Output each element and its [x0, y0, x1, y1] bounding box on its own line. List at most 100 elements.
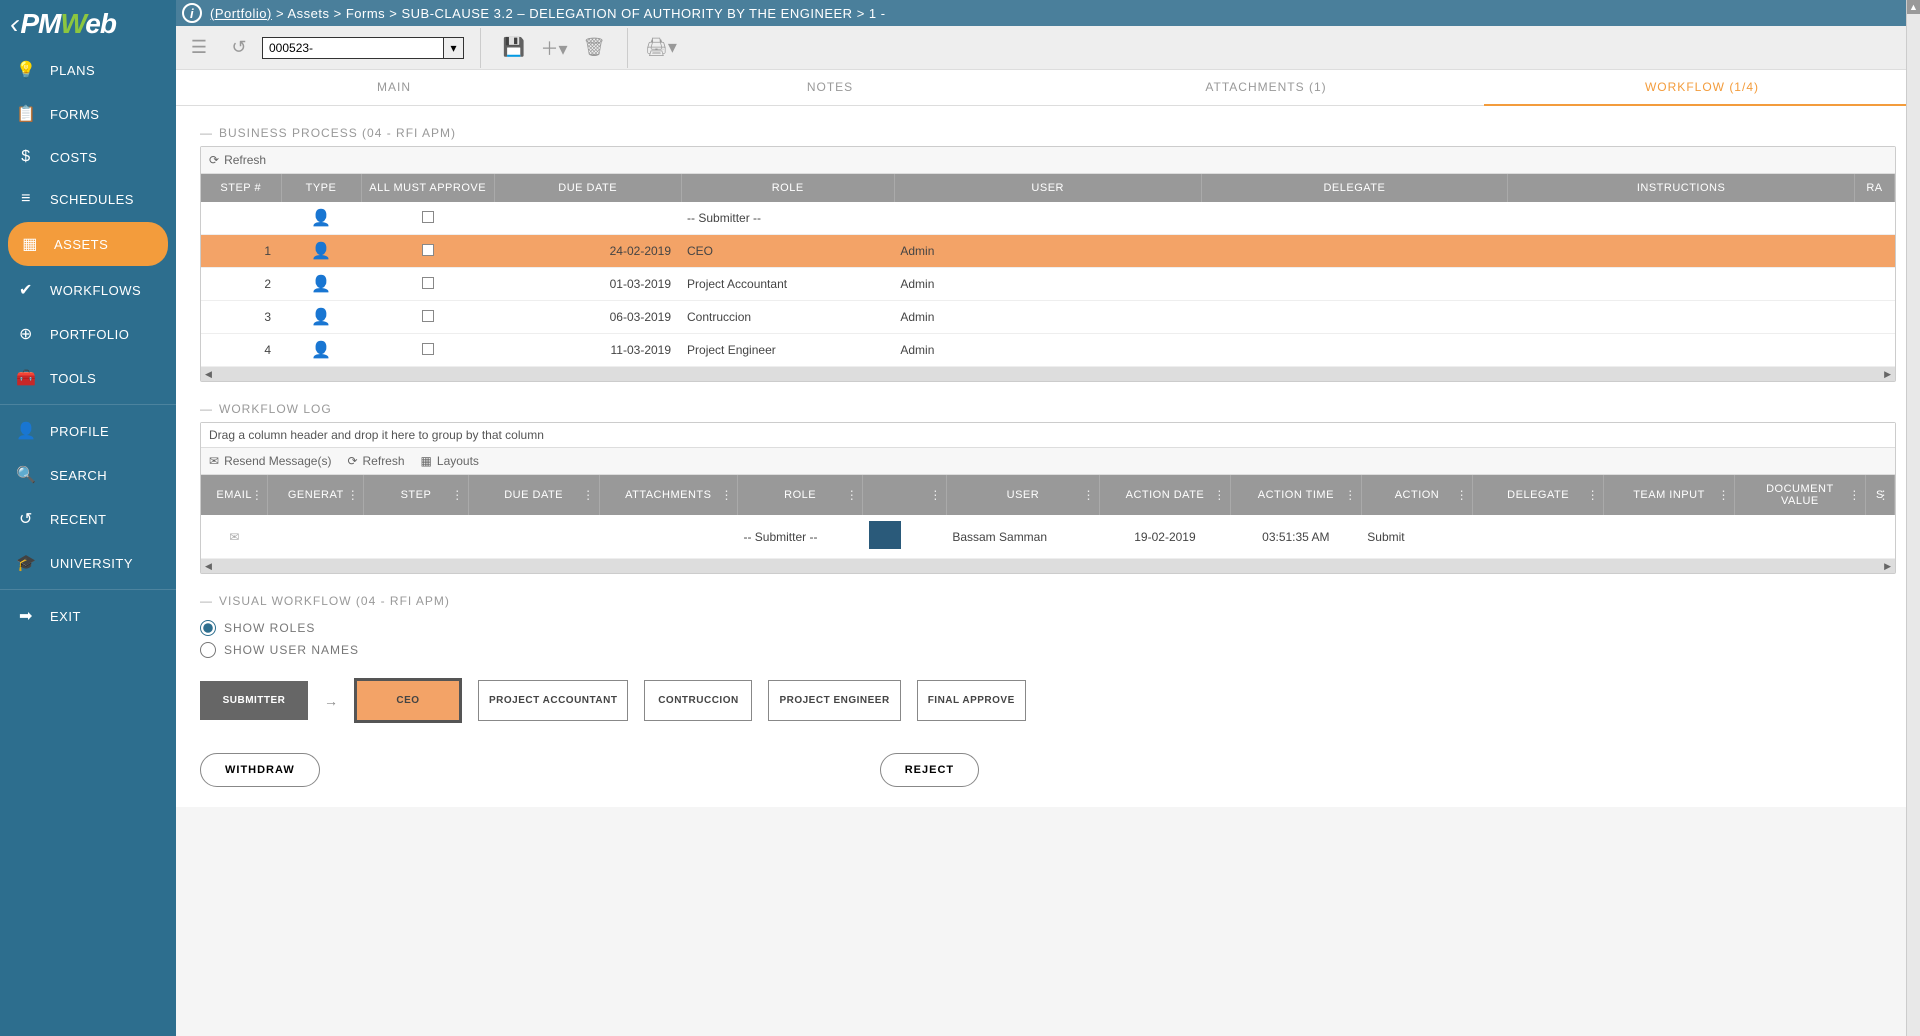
recent-icon: ↺ — [16, 509, 36, 529]
list-icon[interactable]: ☰ — [182, 31, 216, 65]
sidebar-item-schedules[interactable]: ≡SCHEDULES — [0, 178, 176, 220]
print-icon[interactable]: 🖨▾ — [644, 31, 678, 65]
table-row[interactable]: 👤-- Submitter -- — [201, 202, 1895, 235]
table-row[interactable]: 1👤24-02-2019CEOAdmin — [201, 235, 1895, 268]
workflow-step-contruccion[interactable]: CONTRUCCION — [644, 680, 752, 721]
avatar — [869, 521, 901, 549]
column-header[interactable]: ROLE — [681, 174, 894, 202]
sidebar-item-label: RECENT — [50, 512, 106, 527]
column-header[interactable]: STEP⋮ — [364, 475, 468, 515]
column-header[interactable]: TEAM INPUT⋮ — [1604, 475, 1735, 515]
column-header[interactable]: ACTION DATE⋮ — [1100, 475, 1231, 515]
divider — [0, 404, 176, 405]
layouts-button[interactable]: ▦ Layouts — [421, 454, 479, 468]
record-combo[interactable]: ▾ — [262, 37, 464, 59]
h-scrollbar[interactable]: ◀▶ — [201, 559, 1895, 573]
column-header[interactable]: DUE DATE — [494, 174, 681, 202]
tab-main[interactable]: MAIN — [176, 70, 612, 105]
sidebar-item-label: EXIT — [50, 609, 81, 624]
column-header[interactable]: DUE DATE⋮ — [468, 475, 599, 515]
table-row[interactable]: 3👤06-03-2019ContruccionAdmin — [201, 301, 1895, 334]
sidebar-item-label: UNIVERSITY — [50, 556, 133, 571]
column-header[interactable]: ACTION TIME⋮ — [1230, 475, 1361, 515]
tools-icon: 🧰 — [16, 368, 36, 388]
save-icon[interactable]: 💾 — [497, 31, 531, 65]
checkbox[interactable] — [422, 244, 434, 256]
column-header[interactable]: ACTION⋮ — [1361, 475, 1472, 515]
sidebar-item-plans[interactable]: 💡PLANS — [0, 48, 176, 92]
refresh-button[interactable]: ⟳ Refresh — [347, 454, 404, 468]
sidebar-item-recent[interactable]: ↺ RECENT — [0, 497, 176, 541]
costs-icon: $ — [16, 148, 36, 166]
profile-icon: 👤 — [16, 421, 36, 441]
breadcrumb[interactable]: (Portfolio) > Assets > Forms > SUB-CLAUS… — [210, 6, 886, 21]
workflow-step-submitter[interactable]: SUBMITTER — [200, 681, 308, 720]
breadcrumb-bar: i (Portfolio) > Assets > Forms > SUB-CLA… — [176, 0, 1920, 26]
back-icon[interactable]: ‹ — [10, 8, 18, 39]
sidebar-item-workflows[interactable]: ✔WORKFLOWS — [0, 268, 176, 312]
column-header[interactable]: ⋮ — [863, 475, 947, 515]
column-header[interactable]: STEP # — [201, 174, 281, 202]
column-header[interactable]: GENERAT⋮ — [268, 475, 364, 515]
column-header[interactable]: S⋮ — [1865, 475, 1894, 515]
sidebar-item-exit[interactable]: ➡EXIT — [0, 594, 176, 638]
reject-button[interactable]: REJECT — [880, 753, 979, 787]
info-icon[interactable]: i — [182, 3, 202, 23]
sidebar-item-forms[interactable]: 📋FORMS — [0, 92, 176, 136]
group-hint[interactable]: Drag a column header and drop it here to… — [201, 423, 1895, 448]
column-header[interactable]: EMAIL⋮ — [201, 475, 268, 515]
show-roles-radio[interactable]: SHOW ROLES — [200, 620, 1896, 636]
workflow-step-project-accountant[interactable]: PROJECT ACCOUNTANT — [478, 680, 628, 721]
sidebar-item-costs[interactable]: $COSTS — [0, 136, 176, 178]
show-users-radio[interactable]: SHOW USER NAMES — [200, 642, 1896, 658]
h-scrollbar[interactable]: ◀▶ — [201, 367, 1895, 381]
resend-button[interactable]: ✉ Resend Message(s) — [209, 454, 331, 468]
refresh-button[interactable]: ⟳ Refresh — [209, 153, 266, 167]
workflow-step-project-engineer[interactable]: PROJECT ENGINEER — [768, 680, 900, 721]
log-section-title: WORKFLOW LOG — [200, 402, 1896, 416]
tab-notes[interactable]: NOTES — [612, 70, 1048, 105]
sidebar-item-portfolio[interactable]: ⊕PORTFOLIO — [0, 312, 176, 356]
table-row[interactable]: 2👤01-03-2019Project AccountantAdmin — [201, 268, 1895, 301]
table-row[interactable]: ✉ -- Submitter -- Bassam Samman 19-02-20… — [201, 515, 1895, 559]
column-header[interactable]: ATTACHMENTS⋮ — [599, 475, 737, 515]
tab-attachments-[interactable]: ATTACHMENTS (1) — [1048, 70, 1484, 105]
checkbox[interactable] — [422, 211, 434, 223]
bp-section-title: BUSINESS PROCESS (04 - RFI APM) — [200, 126, 1896, 140]
toolbar: ☰ ↺ ▾ 💾 ＋▾ 🗑 🖨▾ — [176, 26, 1920, 70]
sidebar-item-label: TOOLS — [50, 371, 96, 386]
sidebar-item-tools[interactable]: 🧰 TOOLS — [0, 356, 176, 400]
checkbox[interactable] — [422, 277, 434, 289]
column-header[interactable]: TYPE — [281, 174, 361, 202]
column-header[interactable]: DELEGATE — [1201, 174, 1508, 202]
sidebar-item-university[interactable]: 🎓UNIVERSITY — [0, 541, 176, 585]
record-input[interactable] — [263, 38, 443, 58]
workflow-step-final-approve[interactable]: FINAL APPROVE — [917, 680, 1026, 721]
withdraw-button[interactable]: WITHDRAW — [200, 753, 320, 787]
logo: ‹PMWeb — [0, 0, 176, 48]
column-header[interactable]: DELEGATE⋮ — [1473, 475, 1604, 515]
person-icon: 👤 — [311, 276, 331, 293]
table-row[interactable]: 4👤11-03-2019Project EngineerAdmin — [201, 334, 1895, 367]
column-header[interactable]: RA — [1854, 174, 1894, 202]
chevron-down-icon[interactable]: ▾ — [443, 38, 463, 58]
column-header[interactable]: ROLE⋮ — [737, 475, 862, 515]
v-scrollbar[interactable]: ▲ — [1906, 0, 1920, 1036]
history-icon[interactable]: ↺ — [222, 31, 256, 65]
column-header[interactable]: USER — [894, 174, 1201, 202]
column-header[interactable]: INSTRUCTIONS — [1508, 174, 1855, 202]
delete-icon[interactable]: 🗑 — [577, 31, 611, 65]
add-icon[interactable]: ＋▾ — [537, 31, 571, 65]
sidebar-item-assets[interactable]: ▦ASSETS — [8, 222, 168, 266]
workflow-diagram: SUBMITTER→CEOPROJECT ACCOUNTANTCONTRUCCI… — [200, 678, 1896, 723]
vw-section-title: VISUAL WORKFLOW (04 - RFI APM) — [200, 594, 1896, 608]
checkbox[interactable] — [422, 310, 434, 322]
sidebar-item-profile[interactable]: 👤PROFILE — [0, 409, 176, 453]
tab-workflow-[interactable]: WORKFLOW (1/4) — [1484, 70, 1920, 106]
checkbox[interactable] — [422, 343, 434, 355]
column-header[interactable]: DOCUMENTVALUE⋮ — [1734, 475, 1865, 515]
workflow-step-ceo[interactable]: CEO — [354, 678, 462, 723]
column-header[interactable]: USER⋮ — [946, 475, 1099, 515]
column-header[interactable]: ALL MUST APPROVE — [361, 174, 494, 202]
sidebar-item-search[interactable]: 🔍SEARCH — [0, 453, 176, 497]
